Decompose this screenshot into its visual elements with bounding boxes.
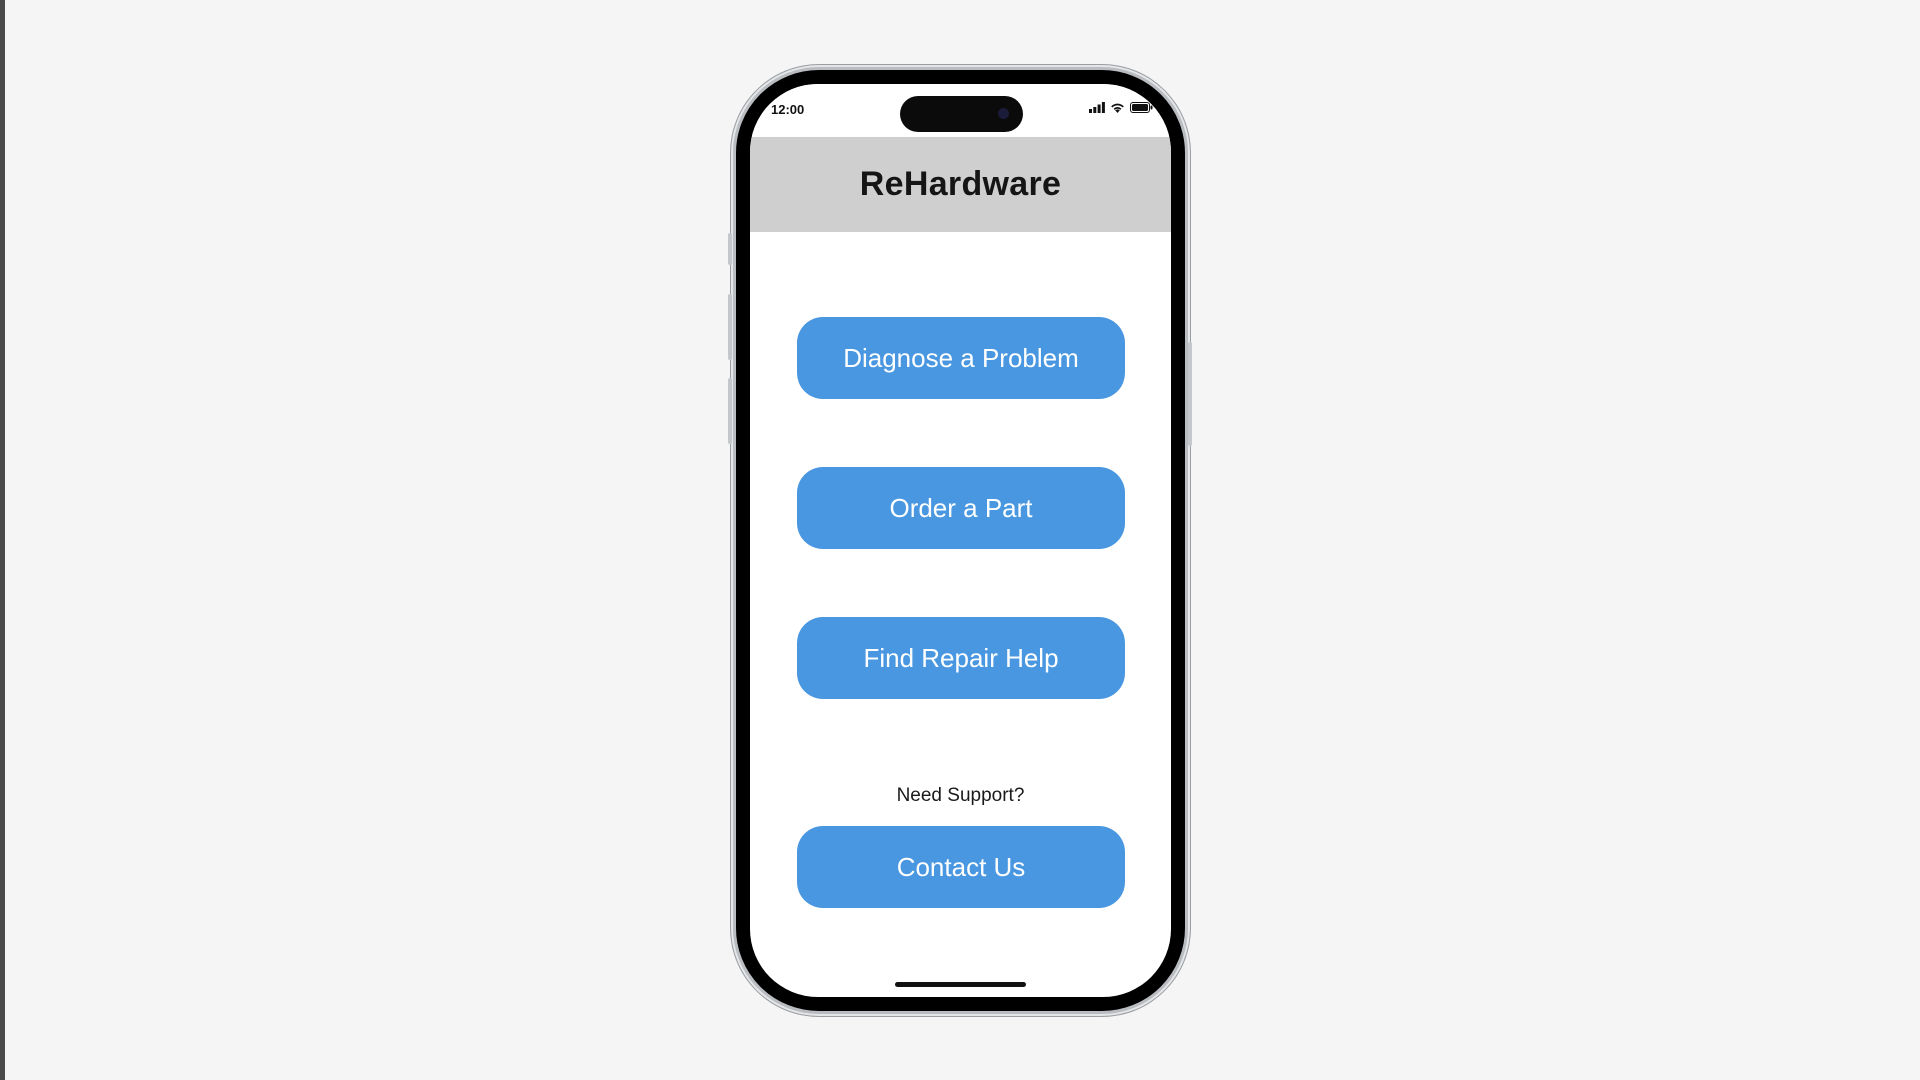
dynamic-island — [900, 96, 1023, 132]
app-header: ReHardware — [750, 137, 1171, 232]
phone-action-button — [728, 233, 732, 265]
status-bar: 12:00 — [750, 84, 1171, 136]
battery-icon — [1130, 101, 1153, 113]
wifi-icon — [1111, 103, 1124, 113]
status-icons — [1089, 100, 1153, 114]
phone-screen: 12:00 ReHardware Diagnose a Problem Orde… — [750, 84, 1171, 997]
app-title: ReHardware — [859, 165, 1062, 203]
order-part-button[interactable]: Order a Part — [797, 467, 1125, 549]
find-repair-help-button[interactable]: Find Repair Help — [797, 617, 1125, 699]
need-support-label: Need Support? — [896, 785, 1025, 806]
diagnose-problem-button[interactable]: Diagnose a Problem — [797, 317, 1125, 399]
window-edge — [0, 0, 5, 1080]
phone-power-button — [1188, 342, 1192, 446]
status-time: 12:00 — [771, 102, 805, 117]
camera-icon — [998, 108, 1009, 119]
home-indicator[interactable] — [895, 982, 1026, 987]
phone-volume-down-button — [728, 378, 732, 444]
contact-us-button[interactable]: Contact Us — [797, 826, 1125, 908]
phone-volume-up-button — [728, 294, 732, 360]
cellular-signal-icon — [1089, 101, 1105, 113]
